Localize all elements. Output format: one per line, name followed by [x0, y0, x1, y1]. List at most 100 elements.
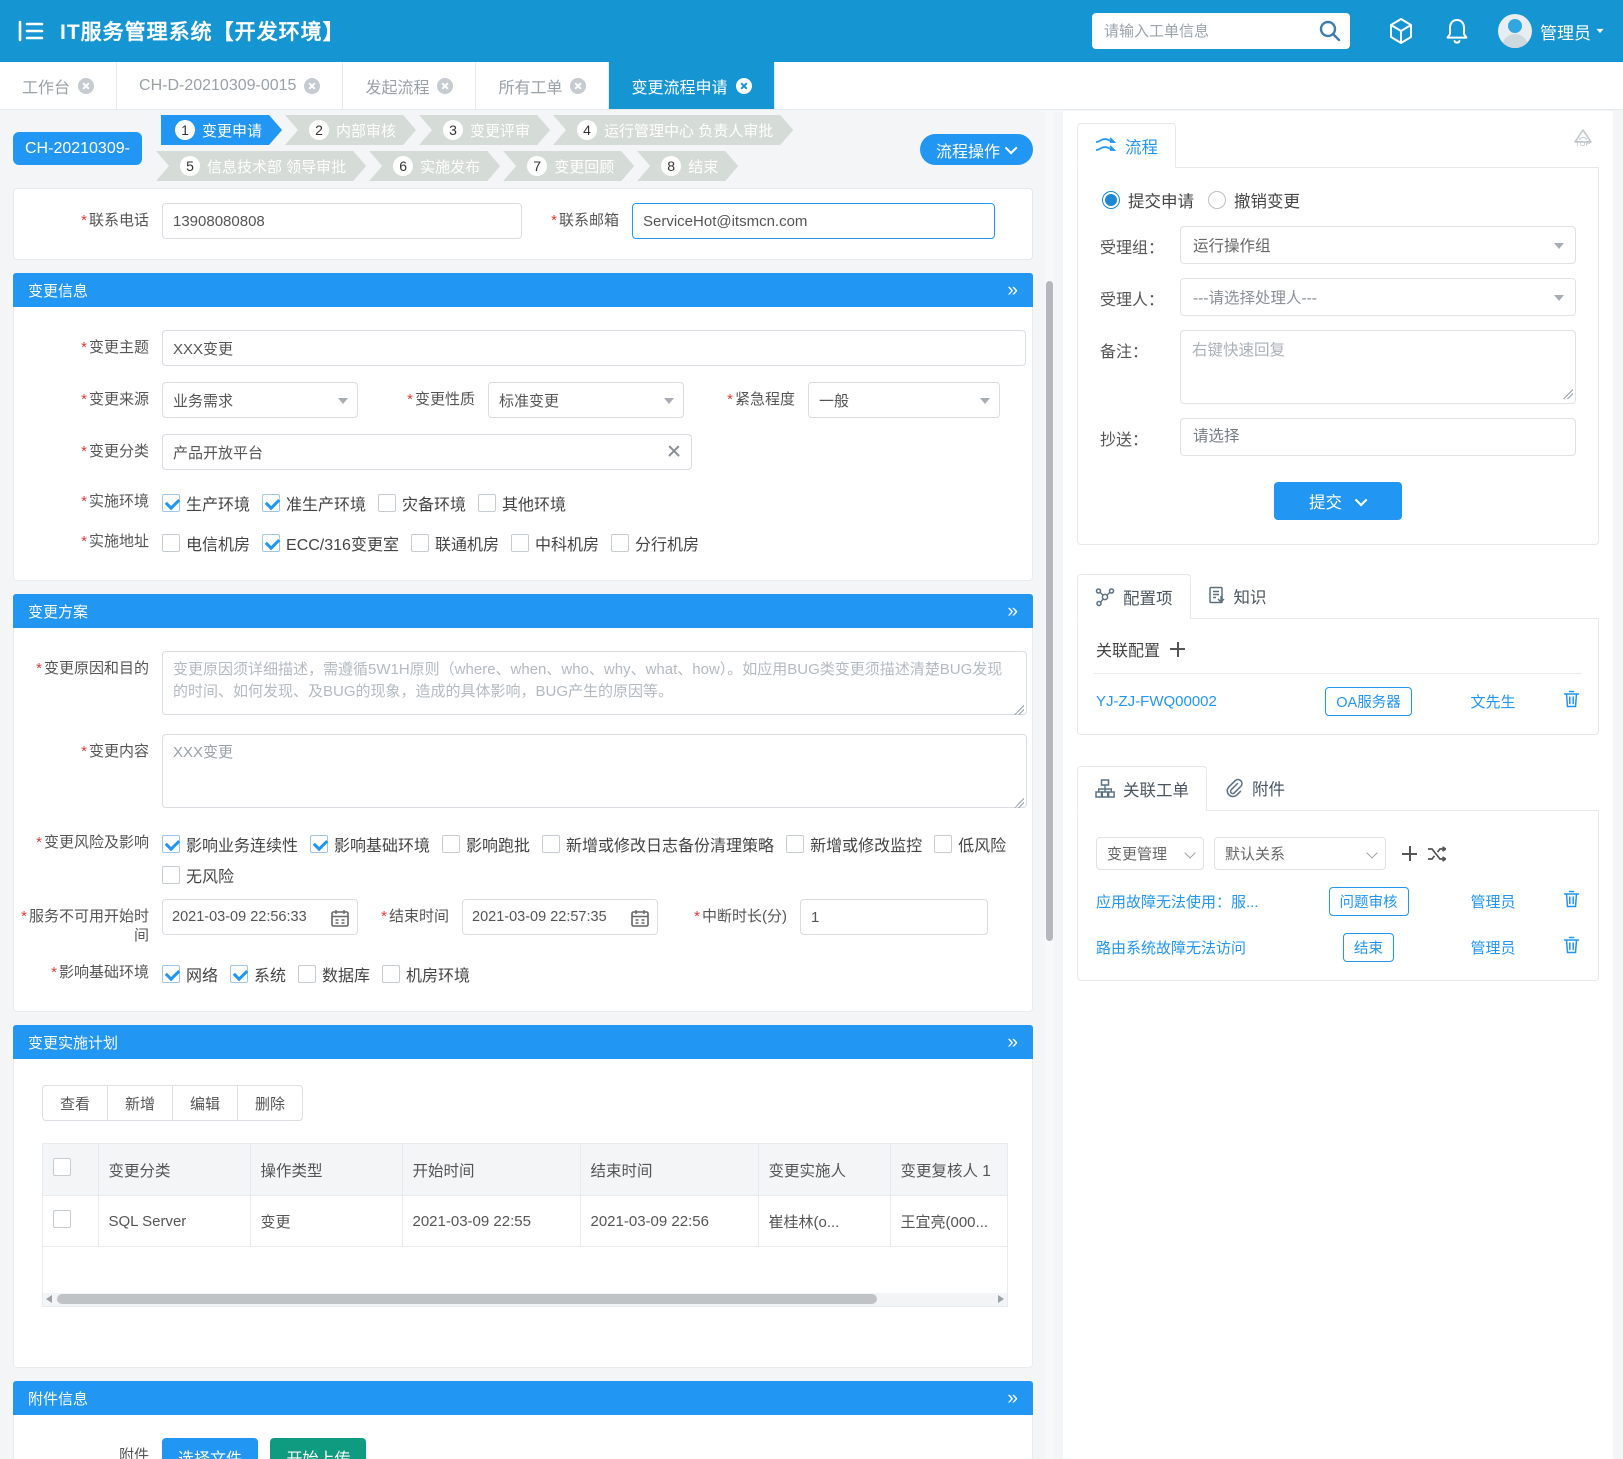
checkbox-option[interactable]: 新增或修改日志备份清理策略 — [542, 825, 774, 856]
delete-relation-icon[interactable] — [1550, 890, 1580, 913]
checkbox[interactable] — [262, 494, 280, 512]
handler-group-select[interactable]: 运行操作组 — [1180, 226, 1576, 264]
relation-type-select[interactable]: 默认关系 — [1214, 837, 1386, 870]
checkbox-option[interactable]: 新增或修改监控 — [786, 825, 922, 856]
checkbox[interactable] — [934, 835, 952, 853]
calendar-icon[interactable] — [630, 908, 650, 928]
change-nature-select[interactable]: 标准变更 — [488, 382, 684, 418]
checkbox[interactable] — [611, 534, 629, 552]
resize-handle[interactable] — [1014, 705, 1024, 715]
checkbox[interactable] — [162, 494, 180, 512]
add-config-icon[interactable] — [1170, 642, 1185, 657]
collapse-icon[interactable]: » — [1007, 281, 1018, 300]
checkbox[interactable] — [382, 965, 400, 983]
add-button[interactable]: 新增 — [107, 1085, 172, 1121]
checkbox[interactable] — [378, 494, 396, 512]
config-item-link[interactable]: YJ-ZJ-FWQ00002 — [1096, 693, 1301, 710]
tab-flow[interactable]: 流程 — [1077, 123, 1176, 168]
checkbox-option[interactable]: 中科机房 — [511, 524, 599, 555]
collapse-icon[interactable]: » — [1007, 1389, 1018, 1408]
cc-input[interactable] — [1180, 418, 1576, 456]
remark-textarea[interactable] — [1180, 330, 1576, 404]
select-all-checkbox[interactable] — [53, 1158, 71, 1176]
tab-start-flow[interactable]: 发起流程 — [343, 62, 476, 109]
calendar-icon[interactable] — [330, 908, 350, 928]
add-relation-icon[interactable] — [1402, 846, 1417, 861]
checkbox-option[interactable]: 无风险 — [162, 856, 234, 887]
choose-file-button[interactable]: 选择文件 — [162, 1438, 258, 1459]
submit-button[interactable]: 提交 — [1274, 482, 1402, 520]
change-reason-textarea[interactable] — [162, 651, 1027, 715]
checkbox-option[interactable]: 影响基础环境 — [310, 825, 430, 856]
urgency-select[interactable]: 一般 — [808, 382, 1000, 418]
checkbox[interactable] — [786, 835, 804, 853]
checkbox-option[interactable]: 生产环境 — [162, 484, 250, 515]
checkbox-option[interactable]: ECC/316变更室 — [262, 524, 399, 555]
checkbox[interactable] — [162, 866, 180, 884]
checkbox[interactable] — [478, 494, 496, 512]
checkbox[interactable] — [230, 965, 248, 983]
config-type-badge[interactable]: OA服务器 — [1325, 687, 1411, 716]
checkbox-option[interactable]: 机房环境 — [382, 955, 470, 986]
search-icon[interactable] — [1318, 19, 1342, 43]
checkbox[interactable] — [262, 534, 280, 552]
ticket-status-badge[interactable]: 问题审核 — [1329, 887, 1409, 916]
change-category-input[interactable] — [162, 434, 692, 470]
checkbox[interactable] — [162, 534, 180, 552]
tab-knowledge[interactable]: 知识 — [1191, 573, 1284, 618]
checkbox[interactable] — [310, 835, 328, 853]
change-source-select[interactable]: 业务需求 — [162, 382, 358, 418]
tab-config-items[interactable]: 配置项 — [1077, 574, 1191, 619]
close-icon[interactable] — [570, 78, 586, 94]
checkbox-option[interactable]: 低风险 — [934, 825, 1006, 856]
scrollbar-thumb[interactable] — [57, 1294, 877, 1304]
ticket-type-select[interactable]: 变更管理 — [1096, 837, 1204, 870]
table-row[interactable]: SQL Server 变更 2021-03-09 22:55 2021-03-0… — [43, 1196, 1008, 1247]
clear-icon[interactable] — [666, 443, 682, 459]
user-avatar[interactable] — [1498, 14, 1532, 48]
horizontal-scrollbar[interactable] — [42, 1293, 1008, 1307]
handler-select[interactable]: ---请选择处理人--- — [1180, 278, 1576, 316]
back-to-top[interactable]: TOP — [1573, 129, 1593, 148]
checkbox[interactable] — [442, 835, 460, 853]
radio-revoke-change[interactable] — [1208, 191, 1226, 209]
ticket-link[interactable]: 应用故障无法使用：服... — [1096, 891, 1301, 912]
config-owner-link[interactable]: 文先生 — [1436, 691, 1550, 712]
collapse-icon[interactable]: » — [1007, 602, 1018, 621]
checkbox-option[interactable]: 系统 — [230, 955, 286, 986]
change-subject-input[interactable] — [162, 330, 1026, 366]
resize-handle[interactable] — [1563, 389, 1573, 399]
end-time-input[interactable]: 2021-03-09 22:57:35 — [462, 899, 658, 935]
checkbox-option[interactable]: 数据库 — [298, 955, 370, 986]
checkbox-option[interactable]: 影响跑批 — [442, 825, 530, 856]
checkbox[interactable] — [542, 835, 560, 853]
tab-related-tickets[interactable]: 关联工单 — [1077, 766, 1207, 811]
module-cube-icon[interactable] — [1386, 16, 1416, 46]
email-input[interactable] — [632, 203, 995, 239]
checkbox-option[interactable]: 分行机房 — [611, 524, 699, 555]
delete-relation-icon[interactable] — [1550, 936, 1580, 959]
scrollbar-thumb[interactable] — [1046, 281, 1053, 941]
duration-input[interactable] — [800, 899, 988, 935]
flow-actions-button[interactable]: 流程操作 — [920, 134, 1033, 165]
checkbox-option[interactable]: 灾备环境 — [378, 484, 466, 515]
checkbox-option[interactable]: 其他环境 — [478, 484, 566, 515]
tab-workbench[interactable]: 工作台 — [0, 62, 117, 109]
checkbox-option[interactable]: 影响业务连续性 — [162, 825, 298, 856]
checkbox-option[interactable]: 网络 — [162, 955, 218, 986]
edit-button[interactable]: 编辑 — [172, 1085, 237, 1121]
checkbox-option[interactable]: 准生产环境 — [262, 484, 366, 515]
ticket-number-badge[interactable]: CH-20210309- — [13, 132, 142, 165]
change-content-textarea[interactable]: XXX变更 — [162, 734, 1027, 808]
ticket-link[interactable]: 路由系统故障无法访问 — [1096, 937, 1301, 958]
notification-bell-icon[interactable] — [1444, 17, 1470, 45]
checkbox-option[interactable]: 电信机房 — [162, 524, 250, 555]
search-input[interactable] — [1092, 13, 1350, 49]
shuffle-icon[interactable] — [1427, 846, 1446, 862]
tab-change-request[interactable]: 变更流程申请 — [609, 62, 774, 109]
delete-config-icon[interactable] — [1550, 690, 1580, 713]
radio-submit-request[interactable] — [1102, 191, 1120, 209]
close-icon[interactable] — [304, 78, 320, 94]
checkbox[interactable] — [511, 534, 529, 552]
row-checkbox[interactable] — [53, 1210, 71, 1228]
